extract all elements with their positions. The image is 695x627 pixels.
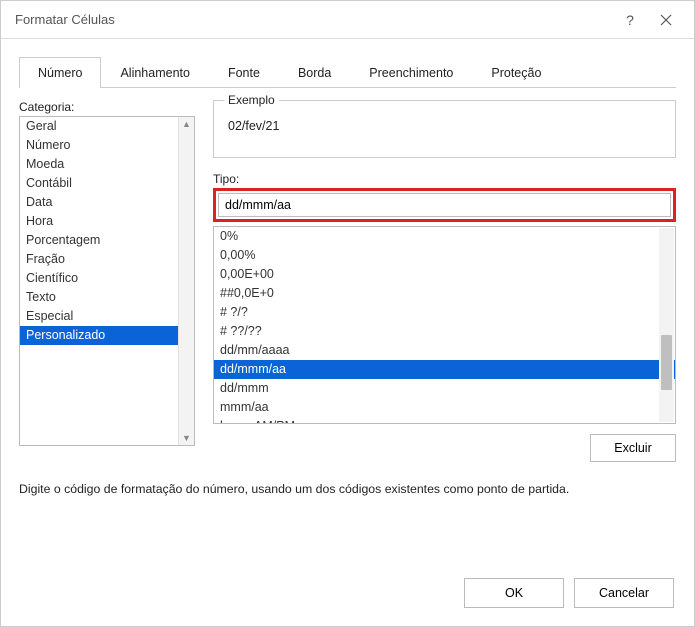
help-button[interactable]: ?	[612, 1, 648, 38]
format-item[interactable]: 0,00E+00	[214, 265, 675, 284]
category-item[interactable]: Fração	[20, 250, 194, 269]
format-item[interactable]: dd/mmm/aa	[214, 360, 675, 379]
tab-fill[interactable]: Preenchimento	[350, 57, 472, 88]
close-icon	[660, 14, 672, 26]
hint-text: Digite o código de formatação do número,…	[19, 482, 676, 496]
delete-row: Excluir	[213, 434, 676, 462]
title-bar: Formatar Células ?	[1, 1, 694, 39]
category-item[interactable]: Número	[20, 136, 194, 155]
window-title: Formatar Células	[15, 12, 612, 27]
cancel-button[interactable]: Cancelar	[574, 578, 674, 608]
category-item[interactable]: Contábil	[20, 174, 194, 193]
format-scrollbar[interactable]	[659, 228, 674, 422]
category-label: Categoria:	[19, 100, 195, 114]
format-item[interactable]: # ?/?	[214, 303, 675, 322]
delete-button[interactable]: Excluir	[590, 434, 676, 462]
dialog-footer: OK Cancelar	[19, 566, 676, 614]
format-item[interactable]: dd/mmm	[214, 379, 675, 398]
category-scrollbar[interactable]: ▲ ▼	[178, 117, 194, 445]
tab-alignment[interactable]: Alinhamento	[101, 57, 209, 88]
format-item[interactable]: # ??/??	[214, 322, 675, 341]
example-legend: Exemplo	[224, 93, 279, 107]
category-listbox[interactable]: GeralNúmeroMoedaContábilDataHoraPorcenta…	[19, 116, 195, 446]
category-item[interactable]: Data	[20, 193, 194, 212]
format-item[interactable]: dd/mm/aaaa	[214, 341, 675, 360]
category-item[interactable]: Moeda	[20, 155, 194, 174]
category-column: Categoria: GeralNúmeroMoedaContábilDataH…	[19, 100, 195, 462]
tab-strip: Número Alinhamento Fonte Borda Preenchim…	[19, 57, 676, 88]
number-panel: Categoria: GeralNúmeroMoedaContábilDataH…	[19, 88, 676, 462]
format-item[interactable]: 0,00%	[214, 246, 675, 265]
format-item[interactable]: ##0,0E+0	[214, 284, 675, 303]
example-box: Exemplo 02/fev/21	[213, 100, 676, 158]
category-item[interactable]: Especial	[20, 307, 194, 326]
type-input-highlight	[213, 188, 676, 222]
category-item[interactable]: Texto	[20, 288, 194, 307]
category-item[interactable]: Porcentagem	[20, 231, 194, 250]
format-scroll-thumb[interactable]	[661, 335, 672, 390]
scroll-down-icon: ▼	[182, 433, 191, 443]
format-item[interactable]: h:mm AM/PM	[214, 417, 675, 424]
scroll-up-icon: ▲	[182, 119, 191, 129]
type-label: Tipo:	[213, 172, 676, 186]
format-item[interactable]: 0%	[214, 227, 675, 246]
category-item[interactable]: Científico	[20, 269, 194, 288]
tab-protection[interactable]: Proteção	[472, 57, 560, 88]
tab-border[interactable]: Borda	[279, 57, 350, 88]
detail-column: Exemplo 02/fev/21 Tipo: 0%0,00%0,00E+00#…	[213, 100, 676, 462]
tab-number[interactable]: Número	[19, 57, 101, 88]
format-item[interactable]: mmm/aa	[214, 398, 675, 417]
ok-button[interactable]: OK	[464, 578, 564, 608]
close-button[interactable]	[648, 1, 684, 38]
type-input[interactable]	[218, 193, 671, 217]
category-item[interactable]: Personalizado	[20, 326, 194, 345]
format-listbox[interactable]: 0%0,00%0,00E+00##0,0E+0# ?/?# ??/??dd/mm…	[213, 226, 676, 424]
example-value: 02/fev/21	[228, 119, 661, 133]
tab-font[interactable]: Fonte	[209, 57, 279, 88]
dialog-content: Número Alinhamento Fonte Borda Preenchim…	[1, 39, 694, 626]
category-item[interactable]: Geral	[20, 117, 194, 136]
category-item[interactable]: Hora	[20, 212, 194, 231]
